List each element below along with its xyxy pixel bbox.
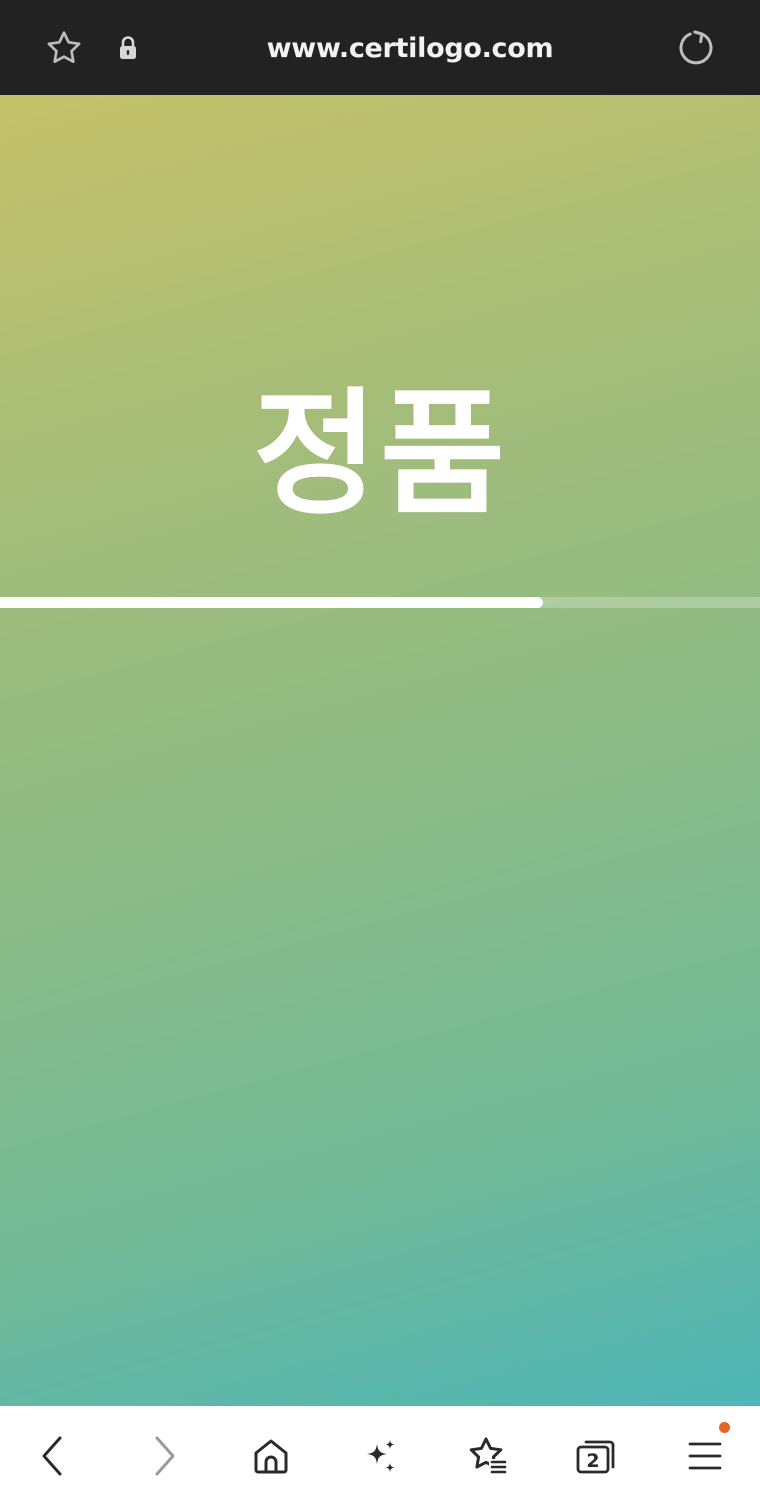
tab-count: 2 [586, 1450, 599, 1472]
forward-button[interactable] [136, 1428, 192, 1484]
home-icon [254, 1439, 288, 1474]
progress-fill [0, 597, 543, 608]
page-content: 정품 [0, 95, 760, 1406]
reload-icon[interactable] [672, 24, 720, 72]
back-button[interactable] [25, 1428, 81, 1484]
lock-icon[interactable] [114, 34, 142, 62]
url-text[interactable]: www.certilogo.com [160, 0, 660, 95]
menu-button[interactable] [677, 1422, 733, 1484]
bookmarks-icon [469, 1437, 507, 1475]
forward-arrow-icon [155, 1436, 175, 1476]
notification-dot [719, 1422, 730, 1433]
back-arrow-icon [42, 1436, 62, 1476]
tabs-button[interactable]: 2 [568, 1428, 624, 1484]
tabs-icon: 2 [576, 1440, 615, 1474]
home-button[interactable] [243, 1428, 299, 1484]
sparkle-icon [367, 1440, 395, 1472]
bookmarks-button[interactable] [460, 1428, 516, 1484]
menu-icon [688, 1442, 722, 1470]
page-title: 정품 [252, 376, 508, 534]
address-bar: www.certilogo.com [0, 0, 760, 95]
bottom-nav-bar: 2 [0, 1406, 760, 1500]
loading-progress-bar [0, 597, 760, 608]
ai-assistant-button[interactable] [352, 1428, 408, 1484]
browser-screen: www.certilogo.com 정품 2 [0, 0, 760, 1500]
favorite-star-icon[interactable] [40, 26, 88, 70]
